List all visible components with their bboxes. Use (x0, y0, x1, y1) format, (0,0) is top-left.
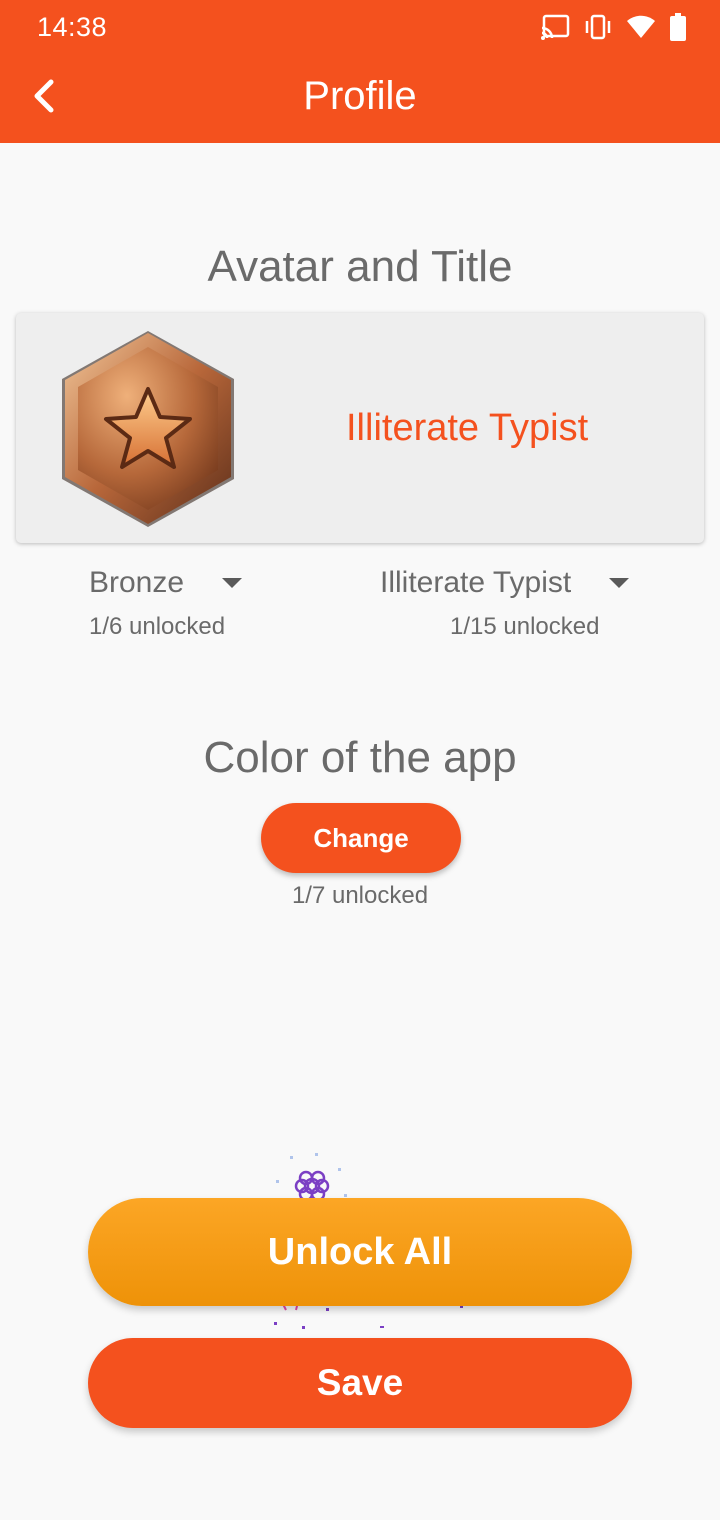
battery-icon (670, 13, 686, 41)
title-dropdown-value: Illiterate Typist (380, 566, 572, 599)
status-time: 14:38 (37, 12, 108, 42)
wifi-icon (626, 14, 656, 40)
avatar-section-heading: Avatar and Title (207, 242, 513, 291)
color-unlocked-count: 1/7 unlocked (291, 882, 429, 909)
vibrate-icon (584, 14, 612, 40)
avatar-title-card: Illiterate Typist (16, 313, 704, 543)
page-title: Profile (303, 74, 417, 118)
change-color-button[interactable]: Change (261, 803, 461, 873)
app-bar: 14:38 Profile (0, 0, 720, 143)
avatar-dropdown[interactable]: Bronze (89, 566, 243, 600)
bronze-star-badge-icon (56, 327, 241, 532)
unlock-all-button[interactable]: Unlock All (88, 1198, 632, 1306)
dropdown-arrow-icon (222, 578, 243, 588)
color-section-heading: Color of the app (203, 733, 517, 782)
dropdown-arrow-icon (609, 578, 630, 588)
title-dropdown[interactable]: Illiterate Typist (380, 566, 630, 600)
save-button[interactable]: Save (88, 1338, 632, 1428)
avatar-unlocked-count: 1/6 unlocked (89, 613, 226, 640)
selected-title-text: Illiterate Typist (346, 407, 589, 449)
title-unlocked-count: 1/15 unlocked (450, 613, 600, 640)
avatar-dropdown-value: Bronze (89, 566, 185, 599)
cast-icon (540, 14, 570, 40)
status-icons (540, 13, 686, 41)
